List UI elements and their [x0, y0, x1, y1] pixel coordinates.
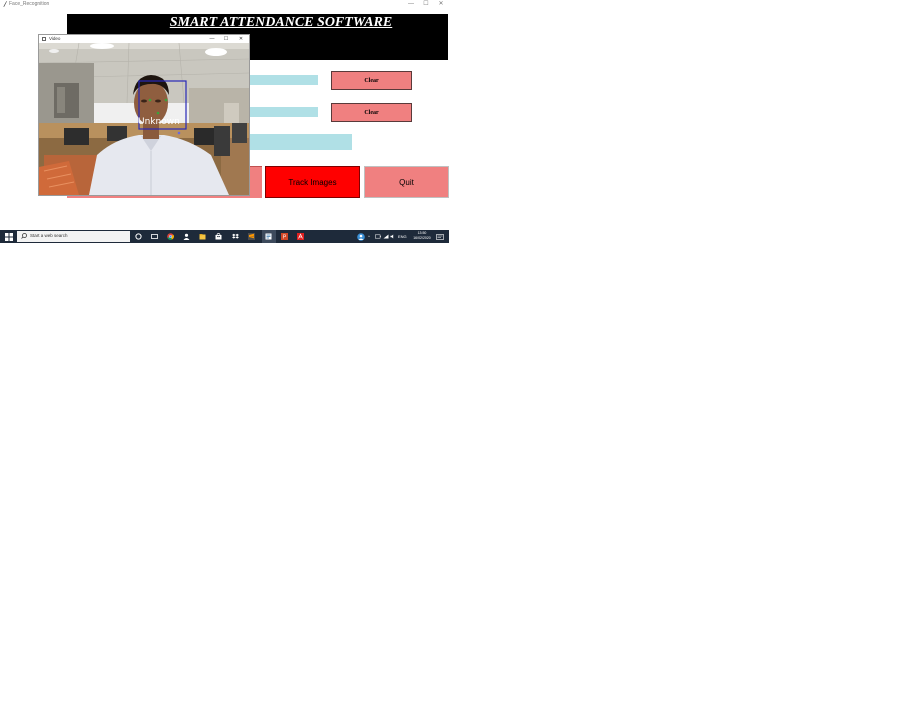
main-maximize-button[interactable]: ☐ [420, 0, 432, 9]
window-app-icon [42, 37, 46, 41]
video-window[interactable]: Video — ☐ ✕ Unknown [38, 34, 250, 196]
notification-field [250, 134, 352, 150]
store-icon[interactable] [215, 233, 222, 240]
user-avatar-tray-icon[interactable] [357, 233, 365, 241]
main-close-button[interactable]: ✕ [435, 0, 447, 9]
file-explorer-icon[interactable] [199, 233, 206, 240]
network-icon[interactable] [383, 234, 389, 239]
video-maximize-button[interactable]: ☐ [220, 35, 232, 43]
sublime-icon[interactable] [248, 233, 255, 240]
clear-name-button[interactable]: Clear [331, 103, 412, 122]
taskbar-search-box[interactable]: Start a web search [17, 231, 130, 242]
clock-date: 16/02/2020 [413, 236, 431, 240]
task-view-icon[interactable] [151, 233, 158, 240]
webcam-frame: Unknown [39, 43, 249, 195]
people-icon[interactable] [183, 233, 190, 240]
windows-start-icon[interactable] [5, 233, 13, 241]
clear-id-button[interactable]: Clear [331, 71, 412, 90]
battery-icon[interactable] [375, 234, 381, 239]
acrobat-icon[interactable] [297, 233, 304, 240]
face-recognition-label: Unknown [138, 117, 180, 127]
notification-center-icon[interactable] [436, 234, 444, 240]
video-minimize-button[interactable]: — [206, 35, 218, 43]
cortana-icon[interactable] [135, 233, 142, 240]
chrome-icon[interactable] [167, 233, 174, 240]
dropbox-icon[interactable] [232, 233, 239, 240]
taskbar-clock[interactable]: 13:50 16/02/2020 [407, 231, 437, 241]
feather-icon [3, 1, 7, 7]
name-entry-field[interactable] [250, 107, 318, 117]
page-title: SMART ATTENDANCE SOFTWARE [169, 15, 393, 30]
search-icon [21, 233, 27, 239]
language-indicator[interactable]: ENG [398, 234, 407, 239]
search-placeholder: Start a web search [30, 233, 68, 238]
python-idle-icon[interactable] [265, 233, 272, 240]
main-window-titlebar: Face_Recognition — ☐ ✕ [0, 0, 449, 10]
video-window-title: Video [49, 36, 61, 41]
main-minimize-button[interactable]: — [405, 0, 417, 9]
powerpoint-icon[interactable]: P [281, 233, 288, 240]
chevron-up-icon[interactable]: ^ [368, 234, 370, 239]
video-window-titlebar: Video — ☐ ✕ [39, 35, 249, 43]
track-images-button[interactable]: Track Images [265, 166, 360, 198]
video-close-button[interactable]: ✕ [235, 35, 247, 43]
main-window-title: Face_Recognition [9, 1, 50, 7]
id-entry-field[interactable] [250, 75, 318, 85]
quit-button[interactable]: Quit [364, 166, 449, 198]
volume-icon[interactable] [390, 234, 396, 239]
